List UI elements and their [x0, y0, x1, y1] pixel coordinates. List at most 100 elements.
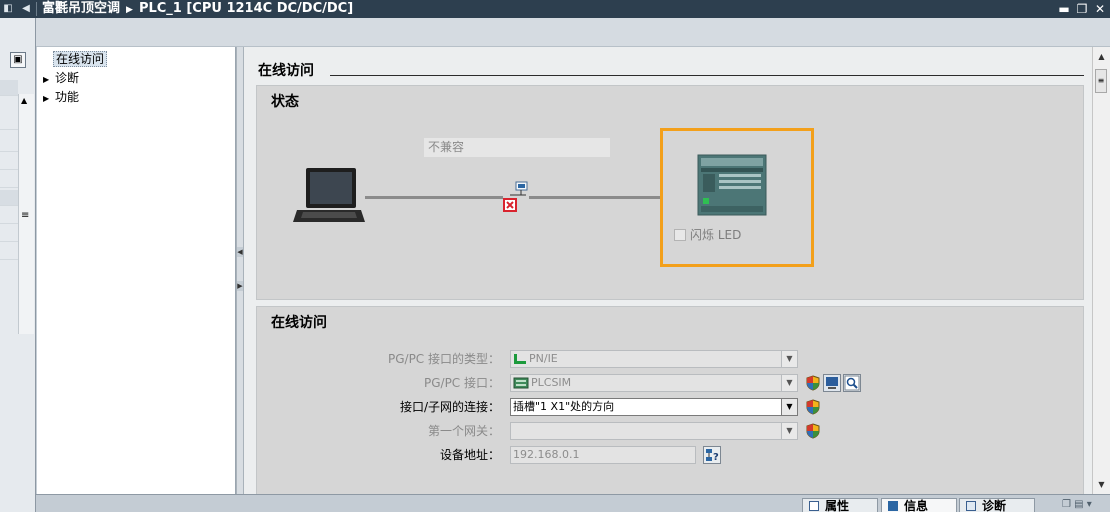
- chevron-left-icon[interactable]: ◀: [18, 0, 34, 18]
- nav-item-label: 在线访问: [53, 51, 108, 67]
- info-icon: [888, 501, 898, 511]
- tab-label: 信息: [904, 499, 929, 512]
- panel-dropdown-icon[interactable]: ▾: [1087, 499, 1092, 510]
- breadcrumb-project[interactable]: 富氍吊顶空调: [42, 1, 120, 16]
- plcsim-icon: [513, 377, 529, 389]
- project-tree-strip: ▣ ▲ ≡: [0, 18, 36, 512]
- dropdown-arrow-icon[interactable]: ▼: [781, 423, 797, 439]
- field-label: 设备地址：: [439, 448, 500, 462]
- form-row-interface-type: PG/PC 接口的类型：: [257, 350, 500, 368]
- panel-controls: ❐ ▤ ▾: [1062, 499, 1106, 511]
- online-access-editor: 在线访问 状态 不兼容 闪烁 LED 在线访问 PG/PC 接口的类型： PN/…: [244, 47, 1092, 512]
- tree-row[interactable]: [0, 226, 18, 242]
- tab-label: 属性: [825, 499, 850, 512]
- search-devices-button[interactable]: [843, 374, 861, 392]
- field-value: PN/IE: [529, 352, 558, 365]
- breadcrumb: 富氍吊顶空调 ▶ PLC_1 [CPU 1214C DC/DC/DC]: [42, 0, 353, 18]
- breadcrumb-device[interactable]: PLC_1 [CPU 1214C DC/DC/DC]: [139, 1, 353, 16]
- nav-item-label: 功能: [55, 90, 80, 104]
- tree-scrollbar[interactable]: ▲ ≡: [18, 94, 34, 334]
- form-row-subnet-connection: 接口/子网的连接：: [257, 398, 500, 416]
- scroll-up-icon[interactable]: ▲: [1094, 49, 1109, 64]
- restore-icon[interactable]: ❐: [1074, 1, 1090, 17]
- title-divider: [330, 75, 1084, 76]
- expand-arrow-icon[interactable]: ▶: [43, 90, 55, 108]
- scroll-up-icon[interactable]: ▲: [21, 96, 27, 105]
- field-value: 192.168.0.1: [513, 448, 580, 461]
- tree-row[interactable]: [0, 154, 18, 170]
- magnifier-icon: [844, 375, 860, 391]
- close-icon[interactable]: ✕: [1092, 1, 1108, 17]
- tree-row[interactable]: [0, 244, 18, 260]
- properties-icon: [809, 501, 819, 511]
- window-controls: ▬ ❐ ✕: [1056, 0, 1108, 18]
- tree-row[interactable]: [0, 208, 18, 224]
- connection-line: [529, 196, 661, 199]
- minimize-icon[interactable]: ▬: [1056, 1, 1072, 17]
- form-row-interface: PG/PC 接口：: [257, 374, 500, 392]
- panel-menu-icon[interactable]: ▤: [1074, 499, 1083, 510]
- online-access-section: 在线访问 PG/PC 接口的类型： PN/IE ▼ PG/PC 接口： PLCS…: [256, 306, 1084, 512]
- flash-led-label: 闪烁 LED: [690, 228, 742, 242]
- tab-label: 诊断: [982, 499, 1007, 512]
- network-error-icon: [503, 181, 528, 212]
- dropdown-arrow-icon[interactable]: ▼: [781, 351, 797, 367]
- svg-text:?: ?: [713, 452, 719, 463]
- nav-item-online-access[interactable]: 在线访问: [53, 50, 108, 68]
- section-title: 在线访问: [271, 315, 327, 331]
- field-value: PLCSIM: [531, 376, 572, 389]
- connection-line: [365, 196, 503, 199]
- breadcrumb-arrow-icon: ▶: [126, 5, 133, 15]
- panel-splitter[interactable]: ◀ ▶: [236, 47, 244, 494]
- dropdown-arrow-icon[interactable]: ▼: [781, 399, 797, 415]
- field-label: 接口/子网的连接：: [399, 400, 500, 414]
- field-label: PG/PC 接口的类型：: [387, 352, 500, 366]
- interface-dropdown[interactable]: PLCSIM ▼: [510, 374, 798, 392]
- tab-diagnostics[interactable]: 诊断: [959, 498, 1035, 512]
- back-icon[interactable]: ◧: [0, 0, 16, 18]
- subnet-connection-dropdown[interactable]: 插槽"1 X1"处的方向 ▼: [510, 398, 798, 416]
- navigation-tree: 在线访问 ▶ 诊断 ▶ 功能: [37, 47, 236, 494]
- field-label: PG/PC 接口：: [423, 376, 500, 390]
- nav-item-label: 诊断: [55, 71, 80, 85]
- tree-row[interactable]: [0, 190, 18, 206]
- nav-item-functions[interactable]: ▶ 功能: [43, 88, 79, 106]
- diagnostics-icon: [966, 501, 976, 511]
- tab-info[interactable]: 信息: [881, 498, 957, 512]
- network-help-icon: ?: [706, 449, 719, 463]
- tree-row[interactable]: [0, 80, 18, 96]
- nav-item-diagnostics[interactable]: ▶ 诊断: [43, 69, 79, 87]
- dropdown-arrow-icon[interactable]: ▼: [781, 375, 797, 391]
- address-help-button[interactable]: ?: [703, 446, 721, 464]
- shield-icon[interactable]: [805, 399, 821, 415]
- scroll-thumb[interactable]: ≡: [1095, 69, 1107, 93]
- tree-row[interactable]: [0, 172, 18, 188]
- properties-button[interactable]: [823, 374, 841, 392]
- tree-view-icon[interactable]: ▣: [10, 52, 26, 68]
- plc-device-icon[interactable]: [697, 154, 767, 216]
- compatibility-status: 不兼容: [424, 138, 610, 157]
- laptop-icon: [293, 168, 365, 222]
- scroll-grip-icon[interactable]: ≡: [21, 210, 29, 221]
- gateway-dropdown[interactable]: ▼: [510, 422, 798, 440]
- field-value: 插槽"1 X1"处的方向: [513, 400, 615, 413]
- checkbox-icon[interactable]: [674, 229, 686, 241]
- flash-led-checkbox[interactable]: 闪烁 LED: [674, 226, 741, 243]
- restore-panel-icon[interactable]: ❐: [1062, 499, 1071, 510]
- device-address-field[interactable]: 192.168.0.1: [510, 446, 696, 464]
- title-divider: [36, 2, 37, 16]
- expand-arrow-icon[interactable]: ▶: [43, 71, 55, 89]
- scroll-down-icon[interactable]: ▼: [1094, 477, 1109, 492]
- editor-toolbar: [36, 18, 1110, 47]
- title-bar: ◧ ◀ 富氍吊顶空调 ▶ PLC_1 [CPU 1214C DC/DC/DC] ▬ …: [0, 0, 1110, 18]
- page-title: 在线访问: [258, 63, 314, 79]
- shield-icon[interactable]: [805, 375, 821, 391]
- collapse-left-icon[interactable]: ◀: [237, 247, 243, 257]
- expand-right-icon[interactable]: ▶: [237, 281, 243, 291]
- shield-icon[interactable]: [805, 423, 821, 439]
- editor-scrollbar[interactable]: ▲ ≡ ▼: [1092, 47, 1110, 494]
- tree-row[interactable]: [0, 136, 18, 152]
- tree-row[interactable]: [0, 114, 18, 130]
- tab-properties[interactable]: 属性: [802, 498, 878, 512]
- interface-type-dropdown[interactable]: PN/IE ▼: [510, 350, 798, 368]
